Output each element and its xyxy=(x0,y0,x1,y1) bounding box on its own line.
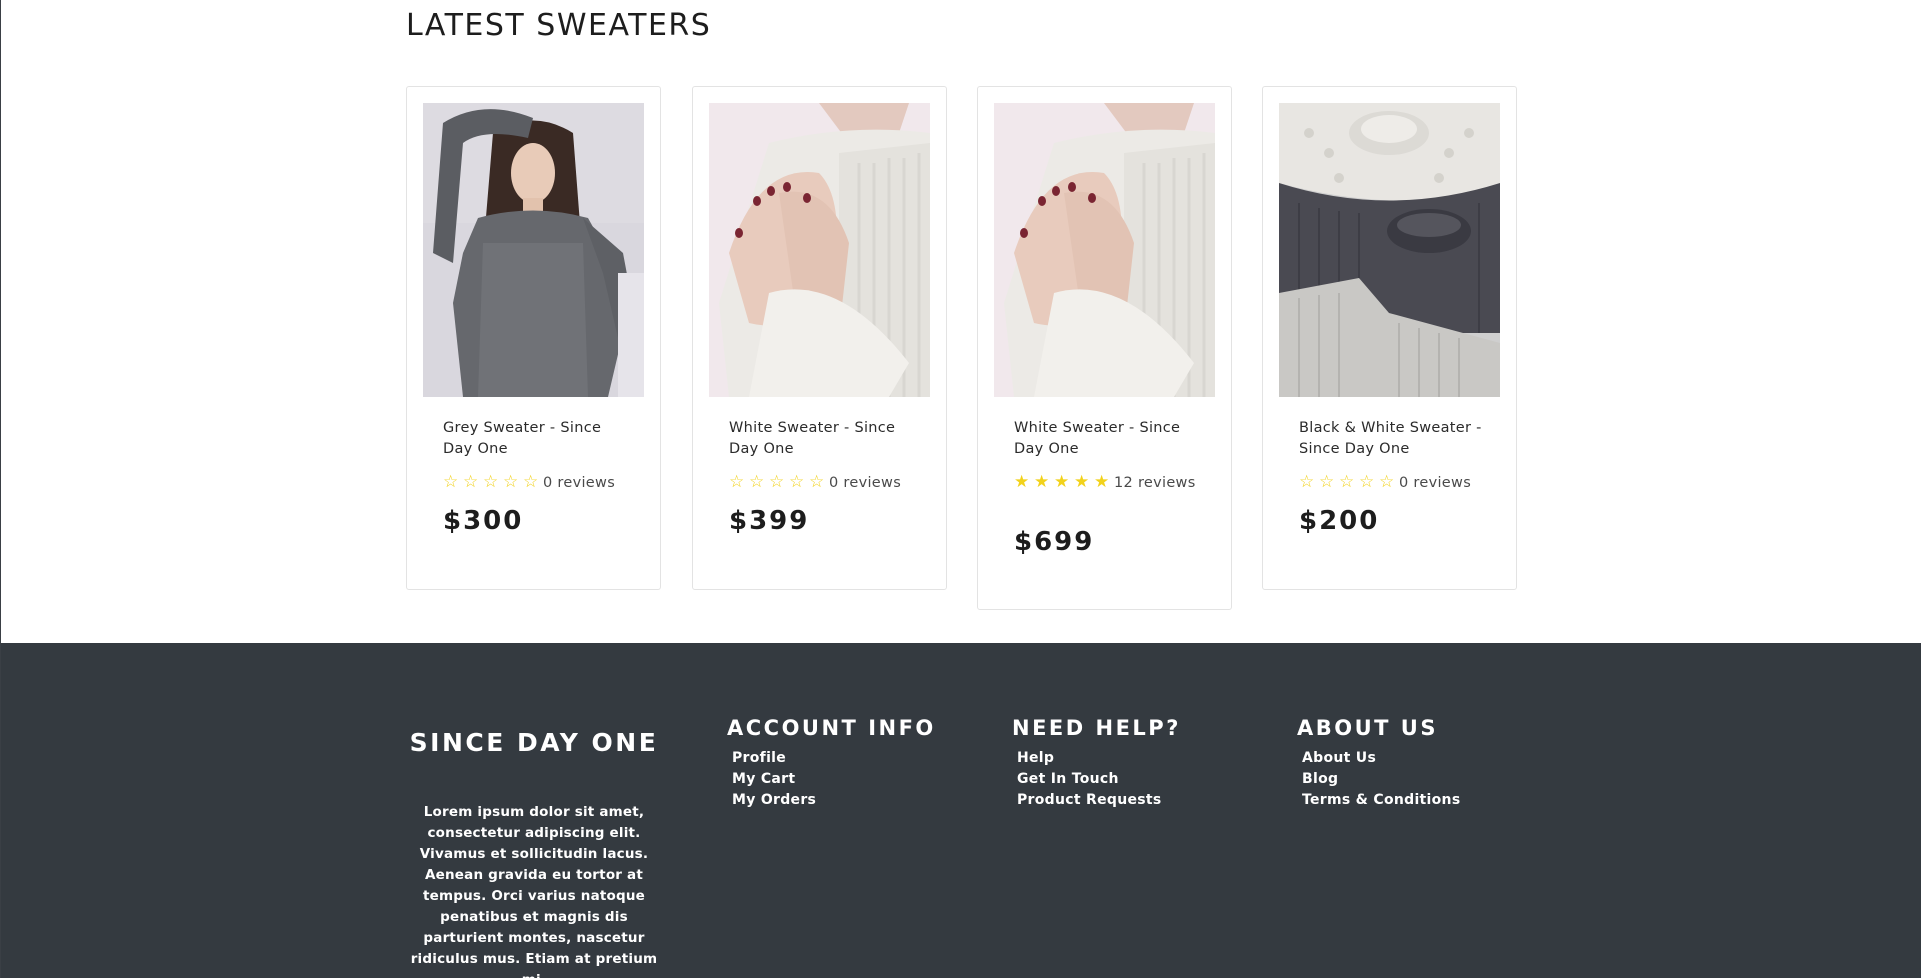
product-card[interactable]: Black & White Sweater - Since Day One ☆ ☆… xyxy=(1262,86,1517,590)
review-count: 0 reviews xyxy=(829,475,902,491)
review-count: 12 reviews xyxy=(1114,475,1196,491)
rating-stars: ☆ ☆ ☆ ☆ ☆ xyxy=(443,472,543,494)
footer-link-terms[interactable]: Terms & Conditions xyxy=(1302,790,1460,811)
footer-link-my-cart[interactable]: My Cart xyxy=(732,769,936,790)
star-outline-icon: ☆ xyxy=(789,472,805,492)
star-outline-icon: ☆ xyxy=(1379,472,1395,492)
star-outline-icon: ☆ xyxy=(1359,472,1375,492)
product-price: $200 xyxy=(1299,506,1380,536)
rating-stars: ☆ ☆ ☆ ☆ ☆ xyxy=(729,472,829,494)
star-outline-icon: ☆ xyxy=(523,472,539,492)
star-filled-icon: ★ xyxy=(1034,472,1050,492)
footer-column-account-info: ACCOUNT INFO Profile My Cart My Orders xyxy=(727,716,936,811)
product-image[interactable] xyxy=(709,103,930,397)
section-title: LATEST SWEATERS xyxy=(406,8,712,43)
product-rating: ☆ ☆ ☆ ☆ ☆ 0 reviews xyxy=(443,472,633,494)
star-filled-icon: ★ xyxy=(1094,472,1110,492)
footer-link-my-orders[interactable]: My Orders xyxy=(732,790,936,811)
star-outline-icon: ☆ xyxy=(749,472,765,492)
star-outline-icon: ☆ xyxy=(483,472,499,492)
star-outline-icon: ☆ xyxy=(769,472,785,492)
page: LATEST SWEATERS Grey Sweater - Since Day… xyxy=(0,0,1921,978)
star-outline-icon: ☆ xyxy=(809,472,825,492)
review-count: 0 reviews xyxy=(1399,475,1472,491)
footer-column-title: ACCOUNT INFO xyxy=(727,716,936,740)
footer-column-title: ABOUT US xyxy=(1297,716,1438,740)
footer-brand: SINCE DAY ONE xyxy=(409,728,659,757)
product-card[interactable]: White Sweater - Since Day One ★ ★ ★ ★ ★ 12 r… xyxy=(977,86,1232,610)
review-count: 0 reviews xyxy=(543,475,616,491)
footer-column-need-help: NEED HELP? Help Get In Touch Product Req… xyxy=(1012,716,1181,811)
product-title[interactable]: White Sweater - Since Day One xyxy=(729,418,919,460)
footer-link-get-in-touch[interactable]: Get In Touch xyxy=(1017,769,1181,790)
product-card[interactable]: White Sweater - Since Day One ☆ ☆ ☆ ☆ ☆ 0 re… xyxy=(692,86,947,590)
product-title[interactable]: Grey Sweater - Since Day One xyxy=(443,418,633,460)
product-rating: ★ ★ ★ ★ ★ 12 reviews xyxy=(1014,472,1204,494)
product-rating: ☆ ☆ ☆ ☆ ☆ 0 reviews xyxy=(729,472,919,494)
footer-description: Lorem ipsum dolor sit amet, consectetur … xyxy=(410,804,658,978)
star-outline-icon: ☆ xyxy=(443,472,459,492)
footer-link-profile[interactable]: Profile xyxy=(732,748,936,769)
product-price: $300 xyxy=(443,506,524,536)
product-price: $699 xyxy=(1014,527,1095,557)
star-filled-icon: ★ xyxy=(1014,472,1030,492)
footer-link-help[interactable]: Help xyxy=(1017,748,1181,769)
star-outline-icon: ☆ xyxy=(1299,472,1315,492)
rating-stars: ★ ★ ★ ★ ★ xyxy=(1014,472,1114,494)
star-outline-icon: ☆ xyxy=(1319,472,1335,492)
product-title[interactable]: White Sweater - Since Day One xyxy=(1014,418,1204,460)
footer-column-about-us: ABOUT US About Us Blog Terms & Condition… xyxy=(1297,716,1460,811)
product-image[interactable] xyxy=(994,103,1215,397)
product-price: $399 xyxy=(729,506,810,536)
footer-link-product-requests[interactable]: Product Requests xyxy=(1017,790,1181,811)
product-card[interactable]: Grey Sweater - Since Day One ☆ ☆ ☆ ☆ ☆ 0 rev… xyxy=(406,86,661,590)
footer-link-about-us[interactable]: About Us xyxy=(1302,748,1460,769)
site-footer: SINCE DAY ONE Lorem ipsum dolor sit amet… xyxy=(1,643,1921,978)
star-outline-icon: ☆ xyxy=(729,472,745,492)
star-outline-icon: ☆ xyxy=(503,472,519,492)
star-outline-icon: ☆ xyxy=(463,472,479,492)
rating-stars: ☆ ☆ ☆ ☆ ☆ xyxy=(1299,472,1399,494)
product-rating: ☆ ☆ ☆ ☆ ☆ 0 reviews xyxy=(1299,472,1489,494)
star-outline-icon: ☆ xyxy=(1339,472,1355,492)
product-title[interactable]: Black & White Sweater - Since Day One xyxy=(1299,418,1489,460)
footer-link-blog[interactable]: Blog xyxy=(1302,769,1460,790)
star-filled-icon: ★ xyxy=(1074,472,1090,492)
star-filled-icon: ★ xyxy=(1054,472,1070,492)
product-image[interactable] xyxy=(423,103,644,397)
product-image[interactable] xyxy=(1279,103,1500,397)
footer-column-title: NEED HELP? xyxy=(1012,716,1181,740)
